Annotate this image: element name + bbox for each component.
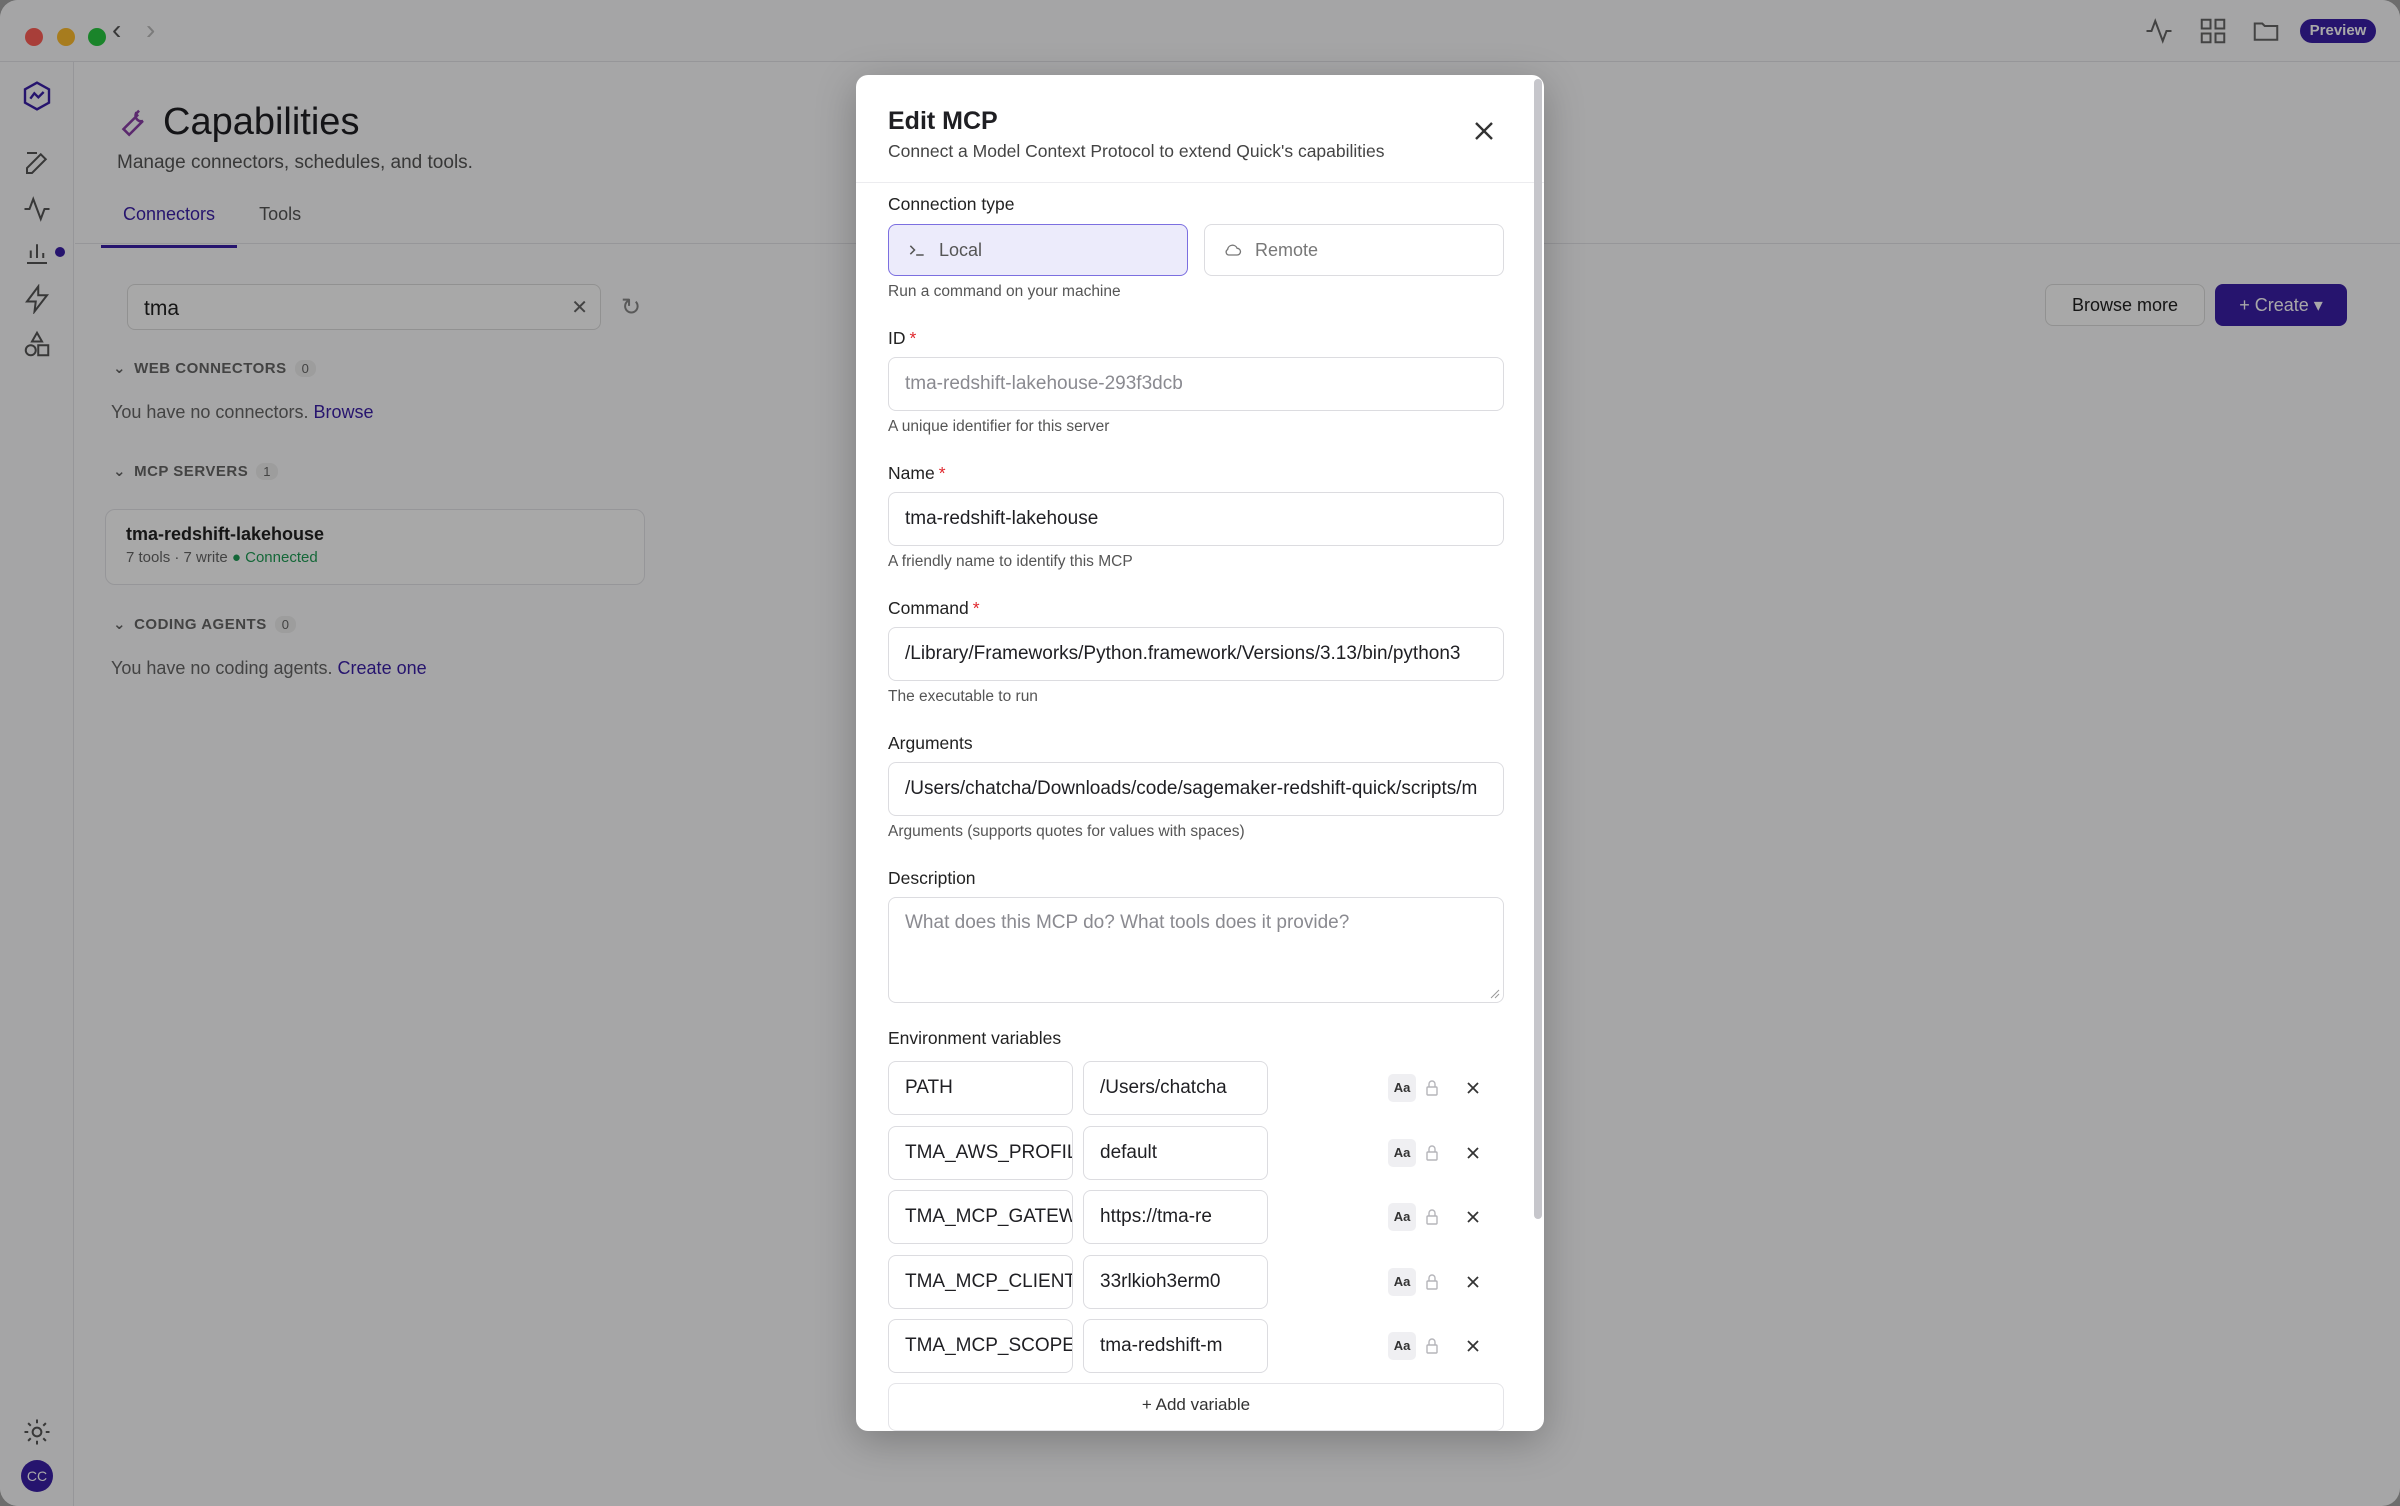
close-icon[interactable] <box>1468 115 1500 147</box>
plain-text-toggle[interactable]: Aa <box>1388 1074 1416 1102</box>
env-key-field[interactable]: TMA_MCP_CLIENT <box>888 1255 1073 1309</box>
name-field[interactable]: tma-redshift-lakehouse <box>888 492 1504 546</box>
arguments-field[interactable]: /Users/chatcha/Downloads/code/sagemaker-… <box>888 762 1504 816</box>
name-helper: A friendly name to identify this MCP <box>888 553 1133 570</box>
dialog-scrollbar[interactable] <box>1534 79 1542 1219</box>
description-placeholder: What does this MCP do? What tools does i… <box>905 912 1350 933</box>
env-value-field[interactable]: https://tma-re <box>1083 1190 1268 1244</box>
dialog-divider <box>856 182 1544 183</box>
lock-icon[interactable] <box>1418 1203 1446 1231</box>
name-label: Name * <box>888 463 946 484</box>
env-key-field[interactable]: TMA_AWS_PROFIL <box>888 1126 1073 1180</box>
id-value: tma-redshift-lakehouse-293f3dcb <box>905 373 1183 394</box>
env-key-field[interactable]: TMA_MCP_SCOPE <box>888 1319 1073 1373</box>
arguments-label: Arguments <box>888 733 973 753</box>
dialog-subtitle: Connect a Model Context Protocol to exte… <box>888 141 1385 161</box>
plain-text-toggle[interactable]: Aa <box>1388 1203 1416 1231</box>
required-asterisk: * <box>909 328 917 348</box>
env-var-row: TMA_AWS_PROFIL default Aa <box>888 1126 1504 1180</box>
plain-text-toggle[interactable]: Aa <box>1388 1139 1416 1167</box>
dialog-title: Edit MCP <box>888 107 998 135</box>
remote-label: Remote <box>1255 239 1319 260</box>
connection-local-option[interactable]: Local <box>888 224 1188 276</box>
env-vars-label: Environment variables <box>888 1028 1062 1048</box>
lock-icon[interactable] <box>1418 1268 1446 1296</box>
connection-type-label: Connection type <box>888 194 1015 214</box>
env-var-row: PATH /Users/chatcha Aa <box>888 1061 1504 1115</box>
env-value-field[interactable]: tma-redshift-m <box>1083 1319 1268 1373</box>
lock-icon[interactable] <box>1418 1139 1446 1167</box>
arguments-value: /Users/chatcha/Downloads/code/sagemaker-… <box>905 778 1478 799</box>
required-asterisk: * <box>938 463 946 483</box>
description-field[interactable]: What does this MCP do? What tools does i… <box>888 897 1504 1003</box>
remove-icon[interactable] <box>1461 1205 1485 1229</box>
cloud-icon <box>1225 244 1242 256</box>
env-var-row: TMA_MCP_CLIENT 33rlkioh3erm0 Aa <box>888 1255 1504 1309</box>
arguments-helper: Arguments (supports quotes for values wi… <box>888 823 1245 840</box>
remove-icon[interactable] <box>1461 1076 1485 1100</box>
remove-icon[interactable] <box>1461 1141 1485 1165</box>
env-var-row: TMA_MCP_SCOPE tma-redshift-m Aa <box>888 1319 1504 1373</box>
edit-mcp-dialog: Edit MCP Connect a Model Context Protoco… <box>856 75 1544 1431</box>
terminal-icon <box>909 245 924 256</box>
description-label: Description <box>888 868 976 888</box>
plain-text-toggle[interactable]: Aa <box>1388 1332 1416 1360</box>
connection-type-helper: Run a command on your machine <box>888 283 1121 300</box>
name-value: tma-redshift-lakehouse <box>905 508 1099 529</box>
command-label-text: Command <box>888 598 969 618</box>
connection-remote-option[interactable]: Remote <box>1204 224 1504 276</box>
name-label-text: Name <box>888 463 935 483</box>
env-var-row: TMA_MCP_GATEW https://tma-re Aa <box>888 1190 1504 1244</box>
id-label-text: ID <box>888 328 906 348</box>
lock-icon[interactable] <box>1418 1332 1446 1360</box>
remove-icon[interactable] <box>1461 1270 1485 1294</box>
id-helper: A unique identifier for this server <box>888 418 1110 435</box>
add-variable-button[interactable]: + Add variable <box>888 1383 1504 1431</box>
resize-grip-icon[interactable] <box>1488 987 1500 999</box>
command-label: Command * <box>888 598 980 619</box>
local-label: Local <box>939 239 983 260</box>
env-value-field[interactable]: /Users/chatcha <box>1083 1061 1268 1115</box>
plain-text-toggle[interactable]: Aa <box>1388 1268 1416 1296</box>
id-label: ID * <box>888 328 916 349</box>
command-field[interactable]: /Library/Frameworks/Python.framework/Ver… <box>888 627 1504 681</box>
remove-icon[interactable] <box>1461 1334 1485 1358</box>
lock-icon[interactable] <box>1418 1074 1446 1102</box>
id-field[interactable]: tma-redshift-lakehouse-293f3dcb <box>888 357 1504 411</box>
env-value-field[interactable]: default <box>1083 1126 1268 1180</box>
command-helper: The executable to run <box>888 688 1038 705</box>
env-key-field[interactable]: TMA_MCP_GATEW <box>888 1190 1073 1244</box>
env-key-field[interactable]: PATH <box>888 1061 1073 1115</box>
command-value: /Library/Frameworks/Python.framework/Ver… <box>905 643 1461 664</box>
env-value-field[interactable]: 33rlkioh3erm0 <box>1083 1255 1268 1309</box>
required-asterisk: * <box>972 598 980 618</box>
